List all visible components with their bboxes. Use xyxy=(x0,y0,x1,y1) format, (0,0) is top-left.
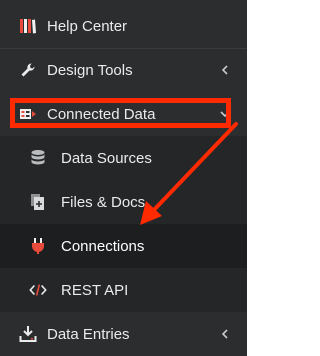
sidebar-item-label: Files & Docs xyxy=(61,193,146,211)
help-center-icon xyxy=(19,17,37,35)
sidebar-item-label: REST API xyxy=(61,281,129,299)
scrollbar-track xyxy=(247,0,259,356)
annotation-highlight-box xyxy=(10,98,231,128)
sidebar-subitem-files-docs[interactable]: Files & Docs xyxy=(0,180,247,224)
database-icon xyxy=(29,149,47,167)
sidebar-item-label: Connections xyxy=(61,237,145,255)
download-icon xyxy=(19,325,37,343)
sidebar-item-help-center[interactable]: Help Center xyxy=(0,4,247,48)
chevron-left-icon xyxy=(219,327,231,341)
sidebar-nav: Help Center Design Tools Connected Data xyxy=(0,0,247,356)
code-icon xyxy=(29,281,47,299)
sidebar-item-label: Data Sources xyxy=(61,149,152,167)
wrench-icon xyxy=(19,61,37,79)
plug-icon xyxy=(29,237,47,255)
sidebar-item-label: Data Entries xyxy=(47,325,130,343)
sidebar-subitem-connections[interactable]: Connections xyxy=(0,224,247,268)
sidebar-item-data-entries[interactable]: Data Entries xyxy=(0,312,247,356)
sidebar-item-label: Help Center xyxy=(47,17,128,35)
sidebar-subitem-rest-api[interactable]: REST API xyxy=(0,268,247,312)
files-icon xyxy=(29,193,47,211)
sidebar-item-design-tools[interactable]: Design Tools xyxy=(0,48,247,92)
sidebar-item-label: Design Tools xyxy=(47,61,133,79)
sidebar-subitem-data-sources[interactable]: Data Sources xyxy=(0,136,247,180)
chevron-left-icon xyxy=(219,63,231,77)
